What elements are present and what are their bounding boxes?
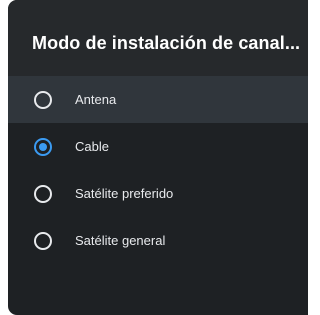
option-label: Cable bbox=[75, 139, 109, 154]
option-label: Satélite preferido bbox=[75, 186, 174, 201]
option-label: Antena bbox=[75, 92, 117, 107]
option-cable[interactable]: Cable bbox=[8, 123, 308, 170]
panel-header: Modo de instalación de canal... bbox=[8, 0, 308, 76]
option-label: Satélite general bbox=[75, 233, 166, 248]
option-antena[interactable]: Antena bbox=[8, 76, 308, 123]
option-satelite-preferido[interactable]: Satélite preferido bbox=[8, 170, 308, 217]
channel-install-mode-panel: Modo de instalación de canal... Antena C… bbox=[8, 0, 308, 315]
radio-dot bbox=[39, 142, 47, 151]
panel-title: Modo de instalación de canal... bbox=[32, 33, 301, 53]
option-satelite-general[interactable]: Satélite general bbox=[8, 217, 308, 264]
radio-unchecked-icon bbox=[34, 184, 52, 203]
install-mode-option-list: Antena Cable Satélite preferido Satélite… bbox=[8, 76, 308, 264]
radio-checked-icon bbox=[34, 137, 52, 156]
radio-unchecked-icon bbox=[34, 90, 52, 109]
radio-unchecked-icon bbox=[34, 231, 52, 250]
